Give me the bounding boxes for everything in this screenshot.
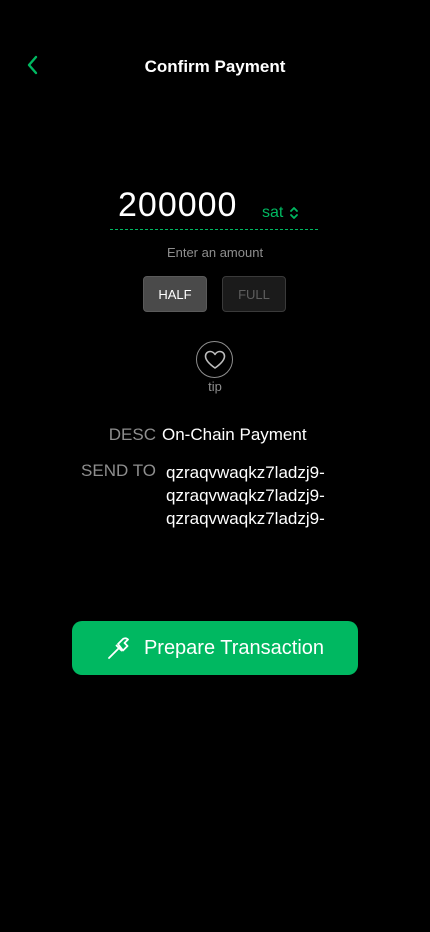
- confirm-payment-screen: Confirm Payment 200000 sat Enter an amou…: [0, 0, 430, 932]
- full-button[interactable]: FULL: [222, 276, 286, 312]
- tip-button[interactable]: [196, 341, 233, 378]
- unit-selector[interactable]: sat: [262, 204, 299, 222]
- prepare-transaction-button[interactable]: Prepare Transaction: [72, 621, 358, 675]
- address-line: qzraqvwaqkz7ladzj9-: [166, 463, 325, 482]
- amount-input[interactable]: 200000 sat: [110, 182, 318, 230]
- tip-label: tip: [208, 379, 222, 394]
- half-button[interactable]: HALF: [143, 276, 207, 312]
- send-to-label: SEND TO: [81, 461, 156, 480]
- amount-hint: Enter an amount: [166, 245, 264, 260]
- address-line: qzraqvwaqkz7ladzj9-: [166, 486, 325, 505]
- prepare-transaction-label: Prepare Transaction: [143, 636, 325, 659]
- amount-value[interactable]: 200000: [118, 186, 237, 225]
- desc-value: On-Chain Payment: [162, 425, 307, 444]
- chevron-up-down-icon: [290, 207, 299, 219]
- heart-icon: [204, 350, 225, 369]
- address-line: qzraqvwaqkz7ladzj9-: [166, 509, 325, 528]
- hammer-icon: [108, 637, 129, 659]
- unit-label: sat: [262, 204, 284, 221]
- page-title: Confirm Payment: [144, 57, 286, 76]
- desc-label: DESC: [108, 425, 156, 444]
- send-to-address: qzraqvwaqkz7ladzj9- qzraqvwaqkz7ladzj9- …: [166, 461, 325, 530]
